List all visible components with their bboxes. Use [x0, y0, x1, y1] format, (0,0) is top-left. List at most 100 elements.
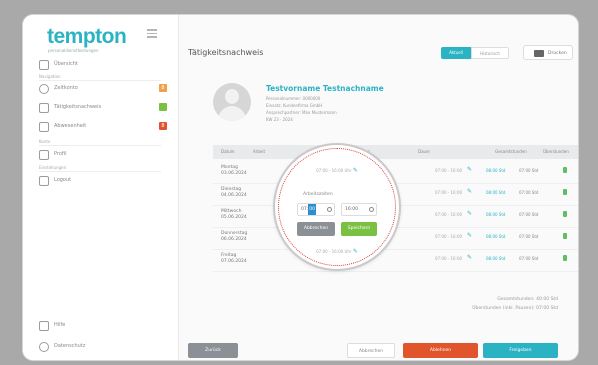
edit-pencil-icon[interactable]: ✎	[467, 188, 472, 195]
lock-icon	[563, 189, 567, 195]
menu-collapse-icon[interactable]	[147, 29, 157, 38]
row-date: 07.06.2024	[221, 259, 247, 264]
person-detail: Personalnummer: 0000000	[266, 96, 321, 101]
clock-icon	[327, 207, 332, 212]
person-detail: Ansprechpartner: Max Mustermann	[266, 110, 337, 115]
help-icon	[39, 321, 49, 331]
row-total: 08:00 Std	[486, 234, 506, 239]
sidebar-item-label: Datenschutz	[54, 343, 86, 349]
lock-icon	[563, 167, 567, 173]
toggle-current-button[interactable]: Aktuell	[441, 47, 471, 59]
sidebar-item-timesheet[interactable]: Tätigkeitsnachweis	[39, 102, 167, 116]
row-date: 05.06.2024	[221, 215, 247, 220]
shield-icon	[39, 342, 49, 352]
approve-button[interactable]: Freigeben	[483, 343, 558, 358]
row-day: Montag	[221, 165, 238, 170]
home-icon	[39, 60, 49, 70]
sidebar: tempton personaldienstleistungen Übersic…	[23, 15, 179, 360]
row-total: 08:00 Std	[486, 168, 506, 173]
toggle-history-button[interactable]: Historisch	[471, 47, 509, 59]
row-time-range: 07:00 - 16:00	[435, 168, 463, 173]
column-header: Gesamtstunden	[495, 149, 527, 154]
person-name: Testvorname Testnachname	[266, 84, 384, 93]
row-overtime: 07:00 Std	[519, 256, 539, 261]
clock-icon	[369, 207, 374, 212]
start-time-field[interactable]: 07:00	[297, 203, 335, 216]
row-time-range: 07:00 - 16:00	[435, 190, 463, 195]
sidebar-item-label: Übersicht	[54, 61, 78, 67]
row-date: 03.06.2024	[221, 171, 247, 176]
calendar-icon	[39, 122, 49, 132]
edit-pencil-icon[interactable]: ✎	[467, 232, 472, 239]
row-overtime: 07:00 Std	[519, 190, 539, 195]
row-date: 06.06.2024	[221, 237, 247, 242]
brand-tagline: personaldienstleistungen	[48, 48, 99, 53]
sidebar-section-label: Einstellungen	[39, 165, 67, 170]
logout-icon	[39, 176, 49, 186]
sidebar-item-label: Profil	[54, 151, 67, 157]
sidebar-item-help[interactable]: Hilfe	[39, 320, 167, 334]
column-header: Datum	[221, 149, 235, 154]
total-hours: Gesamtstunden: 40:00 Std	[497, 297, 558, 302]
row-total: 08:00 Std	[486, 212, 506, 217]
sidebar-item-logout[interactable]: Logout	[39, 175, 167, 189]
popup-next-value-text: 07:00 - 16:00 Uhr	[316, 249, 352, 254]
user-icon	[39, 150, 49, 160]
status-badge	[159, 103, 167, 111]
back-button[interactable]: Zurück	[188, 343, 238, 358]
edit-pencil-icon[interactable]: ✎	[467, 254, 472, 261]
clock-icon	[39, 84, 49, 94]
sidebar-divider	[39, 80, 161, 81]
edit-pencil-icon[interactable]: ✎	[467, 210, 472, 217]
reject-button[interactable]: Ablehnen	[403, 343, 478, 358]
row-overtime: 07:00 Std	[519, 212, 539, 217]
page-title: Tätigkeitsnachweis	[188, 48, 264, 57]
edit-pencil-icon[interactable]: ✎	[353, 248, 358, 255]
table-header: Datum Arbeit Pause Dauer Gesamtstunden Ü…	[213, 145, 578, 159]
sidebar-section-label: Navigation	[39, 74, 61, 79]
edit-pencil-icon[interactable]: ✎	[467, 166, 472, 173]
sidebar-item-absence[interactable]: Abwesenheit 8	[39, 121, 167, 135]
print-button[interactable]: Drucken	[523, 45, 573, 60]
row-day: Mittwoch	[221, 209, 242, 214]
print-label: Drucken	[548, 51, 567, 56]
popup-next-value: 07:00 - 16:00 Uhr ✎	[275, 248, 399, 255]
edit-pencil-icon[interactable]: ✎	[353, 167, 358, 174]
table-row[interactable]: Donnerstag 06.06.2024 07:00 - 16:00 ✎ 08:…	[213, 227, 578, 250]
cancel-button[interactable]: Abbrechen	[347, 343, 395, 358]
notification-badge: 8	[159, 84, 167, 92]
sidebar-divider	[39, 171, 161, 172]
sidebar-item-label: Zeitkonto	[54, 85, 78, 91]
magnified-edit-popup: 07:00 - 16:00 Uhr ✎ Arbeitszeiten 07:00 …	[275, 145, 399, 269]
lock-icon	[563, 255, 567, 261]
row-time-range: 07:00 - 16:00	[435, 212, 463, 217]
person-detail: KW 23 · 2024	[266, 117, 293, 122]
row-day: Freitag	[221, 253, 237, 258]
popup-save-button[interactable]: Speichern	[341, 222, 377, 236]
avatar	[213, 83, 251, 121]
popup-section-label: Arbeitszeiten	[303, 192, 333, 197]
column-header: Arbeit	[253, 149, 266, 154]
column-header: Dauer	[418, 149, 431, 154]
printer-icon	[534, 50, 544, 57]
notification-badge: 8	[159, 122, 167, 130]
document-icon	[39, 103, 49, 113]
sidebar-item-label: Tätigkeitsnachweis	[54, 104, 102, 110]
sidebar-item-label: Logout	[54, 177, 72, 183]
person-detail: Einsatz: Kundenfirma GmbH	[266, 103, 323, 108]
popup-cancel-button[interactable]: Abbrechen	[297, 222, 335, 236]
sidebar-item-profile[interactable]: Profil	[39, 149, 167, 163]
row-time-range: 07:00 - 16:00	[435, 234, 463, 239]
end-time-field[interactable]: 16:00	[341, 203, 377, 216]
sidebar-divider	[39, 145, 161, 146]
row-total: 08:00 Std	[486, 190, 506, 195]
sidebar-item-privacy[interactable]: Datenschutz	[39, 341, 167, 355]
row-total: 08:00 Std	[486, 256, 506, 261]
lock-icon	[563, 211, 567, 217]
sidebar-item-overview[interactable]: Übersicht	[39, 59, 167, 73]
end-time-value: 16:00	[345, 207, 358, 212]
sidebar-item-time-account[interactable]: Zeitkonto 8	[39, 83, 167, 97]
brand-logo: tempton	[47, 25, 127, 48]
start-time-selected: 00	[308, 204, 316, 215]
popup-current-value: 07:00 - 16:00 Uhr ✎	[275, 167, 399, 174]
